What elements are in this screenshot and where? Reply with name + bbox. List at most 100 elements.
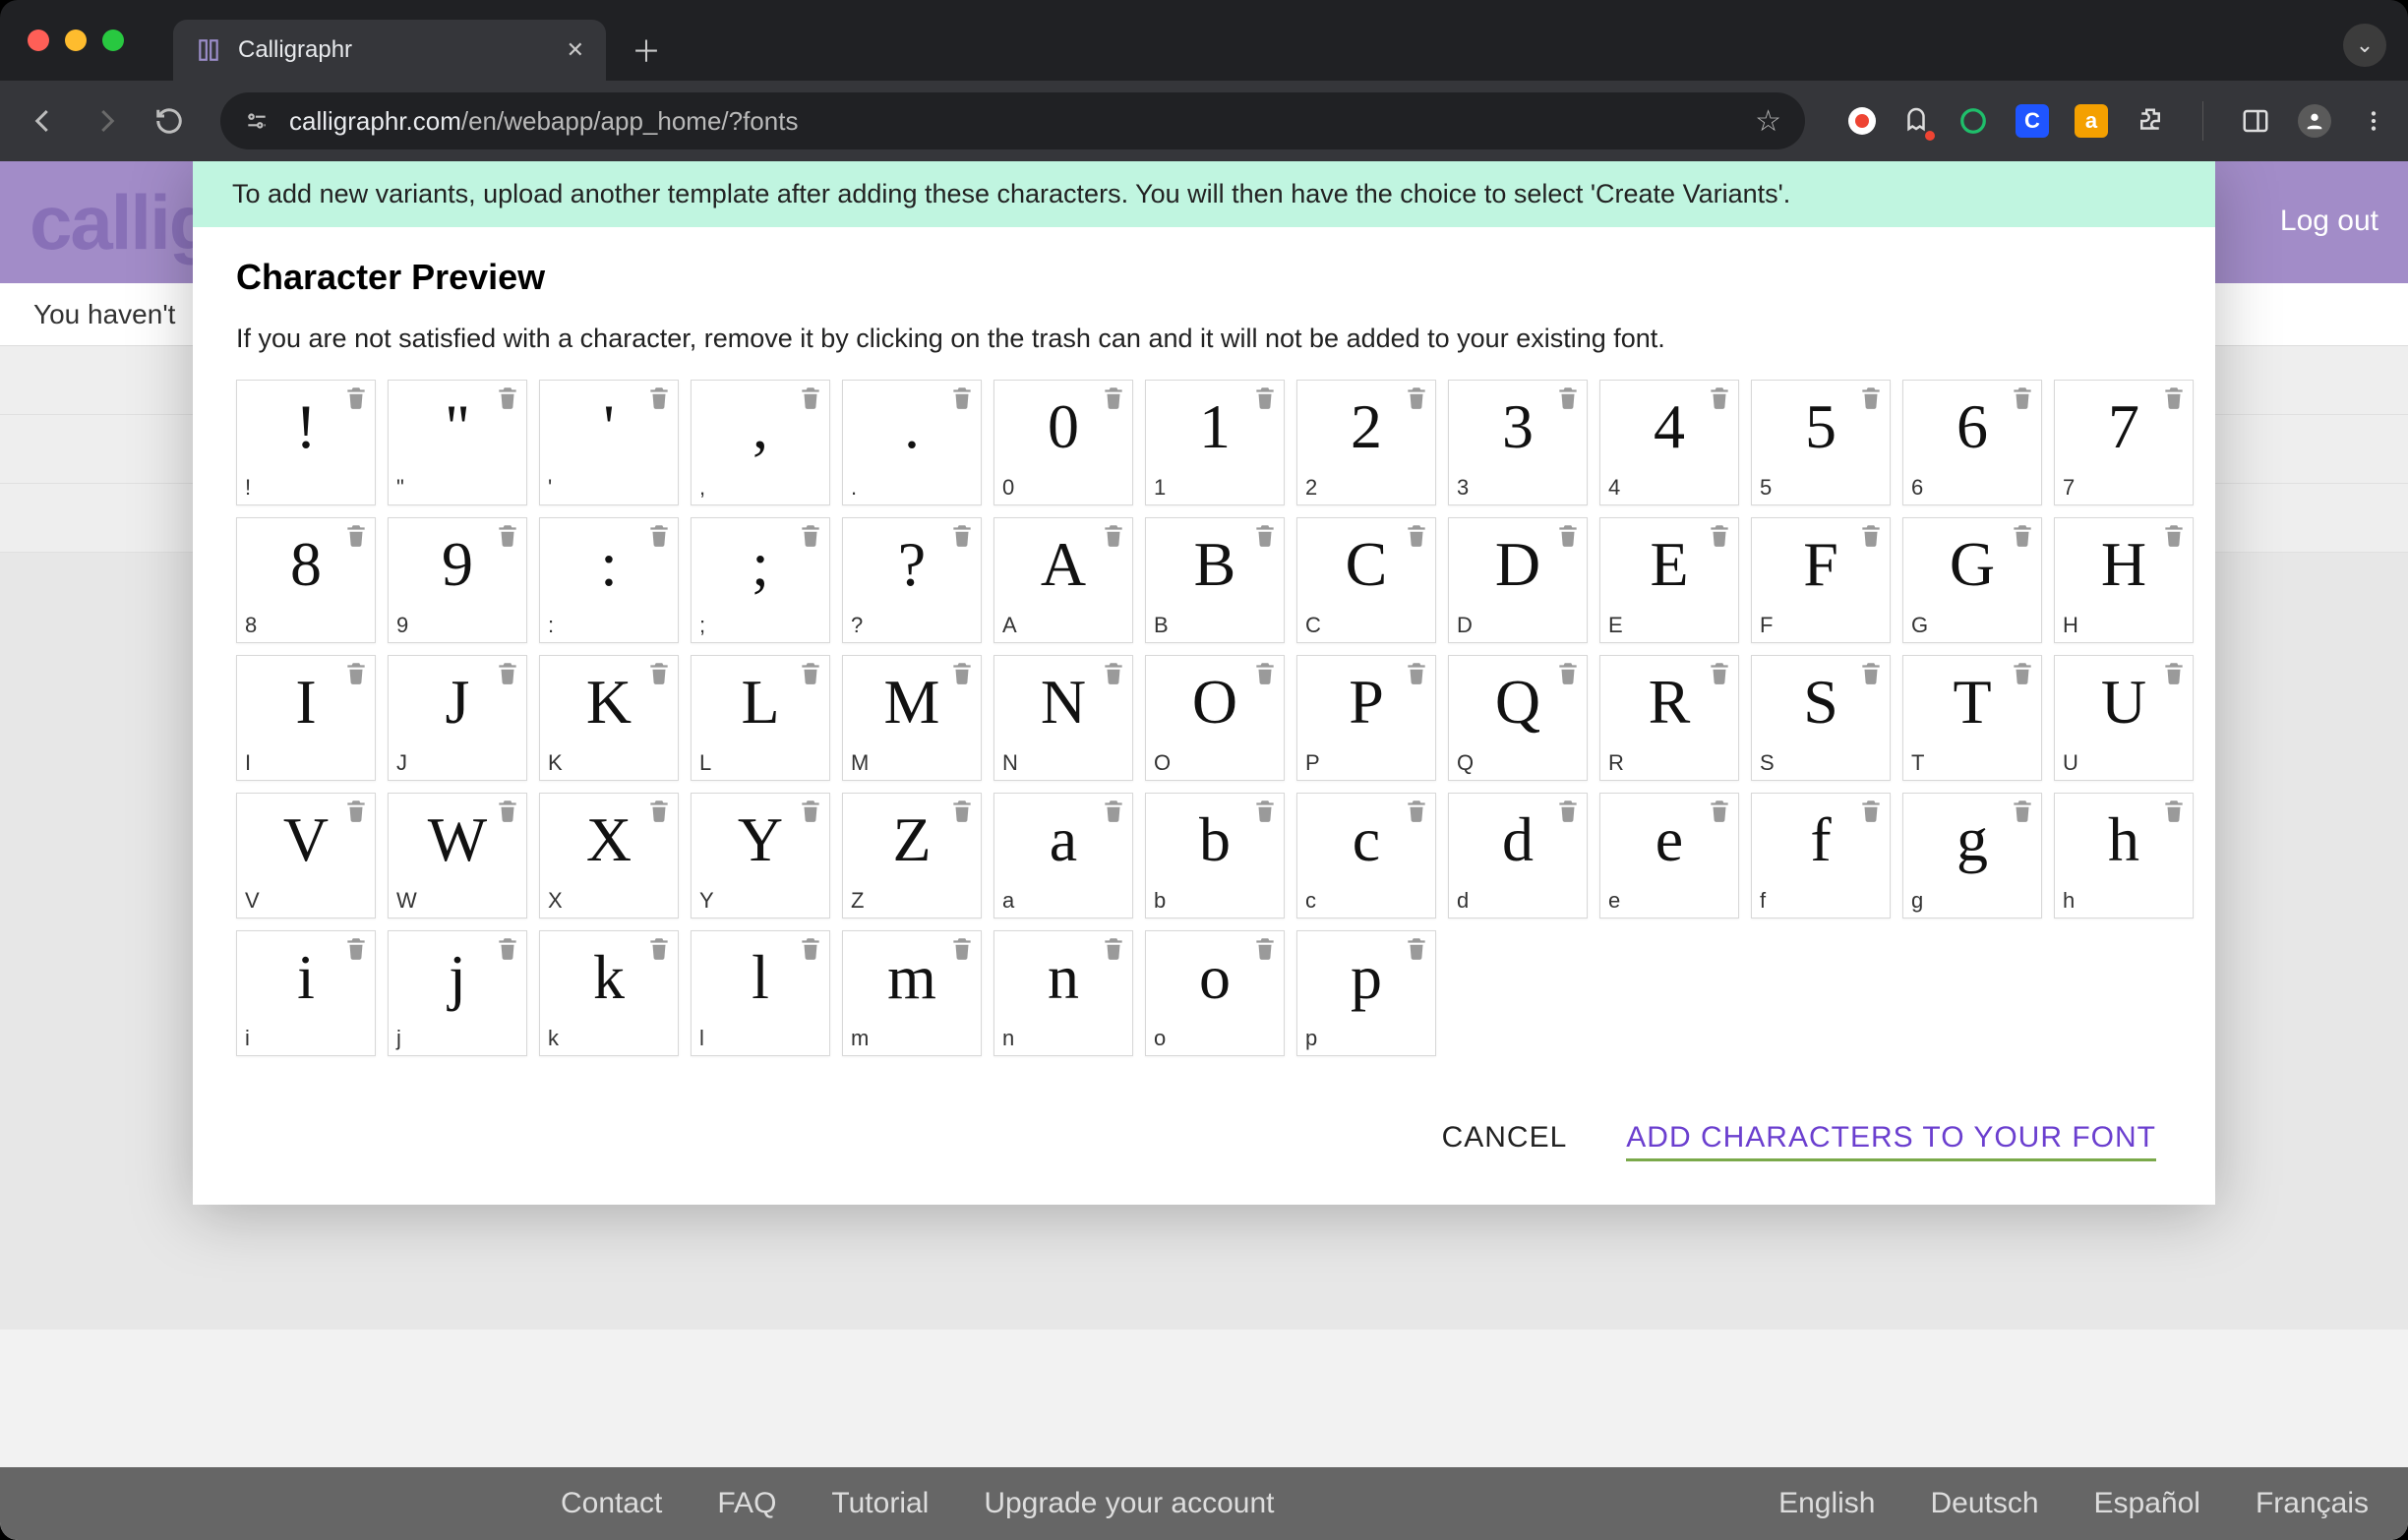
extension-icon-3[interactable] (1956, 104, 1990, 138)
trash-icon[interactable] (1101, 660, 1126, 685)
trash-icon[interactable] (949, 798, 975, 823)
character-cell: :: (539, 517, 679, 643)
trash-icon[interactable] (343, 522, 369, 548)
trash-icon[interactable] (1707, 660, 1732, 685)
trash-icon[interactable] (1858, 798, 1884, 823)
trash-icon[interactable] (495, 798, 520, 823)
trash-icon[interactable] (2161, 660, 2187, 685)
window-close-button[interactable] (28, 30, 49, 51)
trash-icon[interactable] (2161, 385, 2187, 410)
trash-icon[interactable] (1555, 798, 1581, 823)
trash-icon[interactable] (2010, 798, 2035, 823)
trash-icon[interactable] (2010, 385, 2035, 410)
extension-icon-1[interactable] (1848, 107, 1876, 135)
character-label: H (2055, 611, 2193, 642)
trash-icon[interactable] (1707, 798, 1732, 823)
trash-icon[interactable] (949, 522, 975, 548)
character-label: U (2055, 748, 2193, 780)
trash-icon[interactable] (495, 660, 520, 685)
trash-icon[interactable] (495, 385, 520, 410)
site-settings-icon[interactable] (244, 108, 270, 134)
character-cell: ZZ (842, 793, 982, 918)
window-minimize-button[interactable] (65, 30, 87, 51)
trash-icon[interactable] (1404, 385, 1429, 410)
trash-icon[interactable] (343, 385, 369, 410)
add-characters-button[interactable]: ADD CHARACTERS TO YOUR FONT (1626, 1121, 2156, 1161)
trash-icon[interactable] (949, 660, 975, 685)
trash-icon[interactable] (495, 522, 520, 548)
trash-icon[interactable] (646, 935, 672, 961)
trash-icon[interactable] (798, 935, 823, 961)
tab-close-button[interactable]: ✕ (567, 37, 584, 63)
character-cell: ii (236, 930, 376, 1056)
trash-icon[interactable] (646, 522, 672, 548)
trash-icon[interactable] (1404, 798, 1429, 823)
character-cell: nn (993, 930, 1133, 1056)
trash-icon[interactable] (646, 798, 672, 823)
trash-icon[interactable] (1707, 522, 1732, 548)
trash-icon[interactable] (1252, 385, 1278, 410)
tab-bar: Calligraphr ✕ ＋ ⌄ (0, 0, 2408, 81)
trash-icon[interactable] (949, 385, 975, 410)
trash-icon[interactable] (1555, 385, 1581, 410)
nav-reload-button[interactable] (144, 95, 195, 147)
character-cell: BB (1145, 517, 1285, 643)
trash-icon[interactable] (2161, 522, 2187, 548)
trash-icon[interactable] (1404, 935, 1429, 961)
trash-icon[interactable] (949, 935, 975, 961)
trash-icon[interactable] (1101, 798, 1126, 823)
trash-icon[interactable] (1101, 522, 1126, 548)
extensions-row: C a (1848, 101, 2390, 141)
trash-icon[interactable] (798, 385, 823, 410)
trash-icon[interactable] (1858, 385, 1884, 410)
extension-icon-2[interactable] (1901, 104, 1931, 139)
bookmark-star-icon[interactable]: ☆ (1755, 104, 1781, 139)
trash-icon[interactable] (1252, 660, 1278, 685)
new-tab-button[interactable]: ＋ (632, 28, 661, 71)
trash-icon[interactable] (1101, 385, 1126, 410)
trash-icon[interactable] (343, 798, 369, 823)
trash-icon[interactable] (1101, 935, 1126, 961)
extension-icon-5[interactable]: a (2075, 104, 2108, 138)
character-cell: OO (1145, 655, 1285, 781)
trash-icon[interactable] (646, 660, 672, 685)
trash-icon[interactable] (343, 935, 369, 961)
trash-icon[interactable] (1858, 522, 1884, 548)
trash-icon[interactable] (2010, 522, 2035, 548)
trash-icon[interactable] (1555, 660, 1581, 685)
browser-menu-button[interactable] (2357, 104, 2390, 138)
character-label: e (1600, 886, 1738, 918)
trash-icon[interactable] (798, 660, 823, 685)
address-bar[interactable]: calligraphr.com/en/webapp/app_home/?font… (220, 92, 1805, 149)
browser-tab[interactable]: Calligraphr ✕ (173, 20, 606, 81)
profile-avatar-button[interactable] (2298, 104, 2331, 138)
trash-icon[interactable] (798, 522, 823, 548)
trash-icon[interactable] (798, 798, 823, 823)
character-label: 2 (1297, 473, 1435, 504)
trash-icon[interactable] (1404, 522, 1429, 548)
character-label: ' (540, 473, 678, 504)
trash-icon[interactable] (1252, 935, 1278, 961)
character-cell: EE (1599, 517, 1739, 643)
trash-icon[interactable] (646, 385, 672, 410)
character-label: E (1600, 611, 1738, 642)
trash-icon[interactable] (1555, 522, 1581, 548)
nav-forward-button[interactable] (81, 95, 132, 147)
trash-icon[interactable] (2010, 660, 2035, 685)
window-zoom-button[interactable] (102, 30, 124, 51)
character-cell: SS (1751, 655, 1891, 781)
trash-icon[interactable] (1404, 660, 1429, 685)
side-panel-button[interactable] (2239, 104, 2272, 138)
extension-icon-4[interactable]: C (2016, 104, 2049, 138)
trash-icon[interactable] (2161, 798, 2187, 823)
trash-icon[interactable] (1858, 660, 1884, 685)
trash-icon[interactable] (1707, 385, 1732, 410)
trash-icon[interactable] (1252, 798, 1278, 823)
nav-back-button[interactable] (18, 95, 69, 147)
cancel-button[interactable]: CANCEL (1442, 1121, 1568, 1161)
trash-icon[interactable] (1252, 522, 1278, 548)
trash-icon[interactable] (495, 935, 520, 961)
extensions-button[interactable] (2134, 104, 2167, 138)
tabs-dropdown-button[interactable]: ⌄ (2343, 24, 2386, 67)
trash-icon[interactable] (343, 660, 369, 685)
